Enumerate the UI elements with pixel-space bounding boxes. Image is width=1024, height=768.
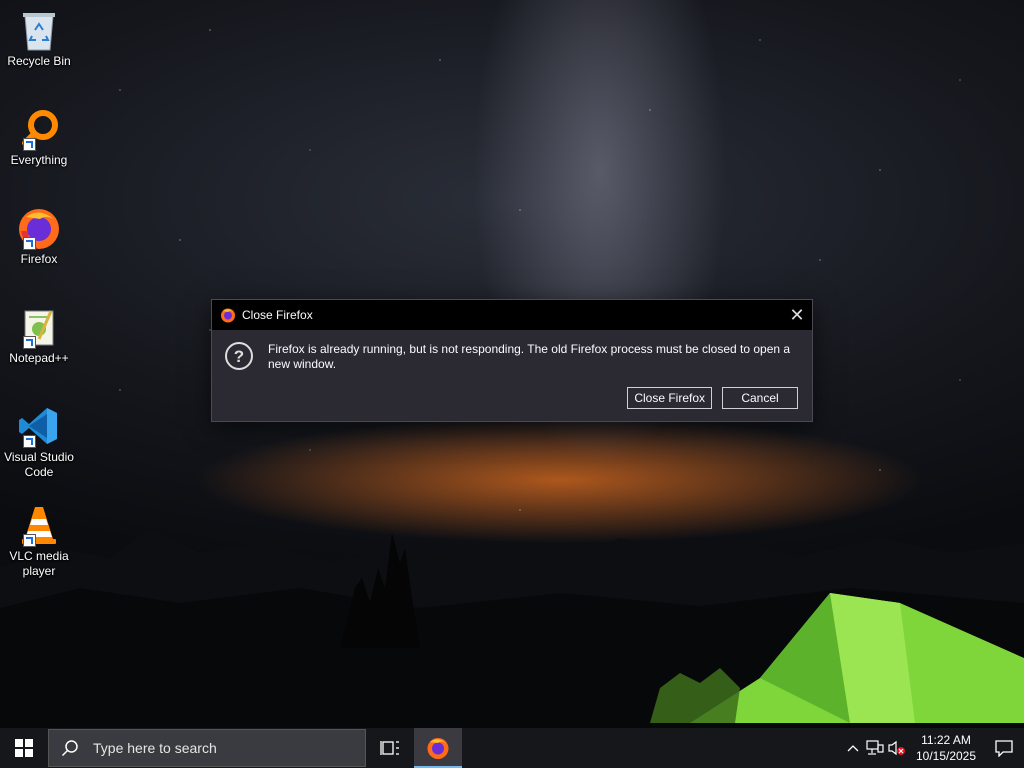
windows-logo-icon: [15, 739, 33, 757]
desktop-icon-everything[interactable]: Everything: [2, 105, 76, 168]
firefox-icon: [427, 738, 449, 759]
desktop-icon-label: Everything: [10, 153, 68, 167]
volume-muted-icon: [888, 740, 905, 756]
desktop: Recycle Bin Everything Firefox Notepad++…: [0, 0, 1024, 768]
dialog-message: Firefox is already running, but is not r…: [268, 342, 791, 371]
dialog-close-button[interactable]: ✕: [782, 300, 812, 330]
question-icon: ?: [225, 342, 253, 370]
start-button[interactable]: [0, 728, 48, 768]
desktop-icon-label: Recycle Bin: [7, 54, 71, 68]
search-input[interactable]: [85, 739, 355, 757]
firefox-icon: [221, 308, 235, 323]
taskbar-clock[interactable]: 11:22 AM 10/15/2025: [908, 732, 984, 764]
everything-search-icon: [15, 105, 63, 153]
task-view-icon: [380, 741, 399, 755]
volume-button[interactable]: [886, 728, 908, 768]
shortcut-arrow-icon: [23, 534, 36, 547]
action-center-button[interactable]: [984, 728, 1024, 768]
shortcut-arrow-icon: [23, 237, 36, 250]
task-view-button[interactable]: [366, 728, 414, 768]
system-tray: 11:22 AM 10/15/2025: [842, 728, 1024, 768]
close-firefox-button[interactable]: Close Firefox: [627, 387, 712, 409]
network-button[interactable]: [864, 728, 886, 768]
desktop-icon-firefox[interactable]: Firefox: [2, 204, 76, 267]
shortcut-arrow-icon: [23, 336, 36, 349]
clock-date: 10/15/2025: [915, 749, 977, 763]
dialog-titlebar[interactable]: Close Firefox ✕: [212, 300, 812, 330]
desktop-icon-vscode[interactable]: Visual Studio Code: [2, 402, 76, 480]
firefox-icon: [15, 204, 63, 252]
vscode-icon: [15, 402, 63, 450]
desktop-icon-label: Visual Studio Code: [4, 450, 74, 479]
desktop-icon-recycle-bin[interactable]: Recycle Bin: [2, 6, 76, 69]
network-icon: [866, 740, 884, 755]
vlc-icon: [15, 501, 63, 549]
desktop-icon-notepad-plus-plus[interactable]: Notepad++: [2, 303, 76, 366]
desktop-icon-label: Firefox: [20, 252, 58, 266]
wallpaper-landscape: [0, 528, 1024, 728]
recycle-bin-icon: [15, 6, 63, 54]
notepad-plus-plus-icon: [15, 303, 63, 351]
notification-icon: [995, 740, 1013, 757]
close-icon: ✕: [789, 304, 805, 325]
clock-time: 11:22 AM: [921, 733, 971, 747]
taskbar: 11:22 AM 10/15/2025: [0, 728, 1024, 768]
dialog-title: Close Firefox: [242, 308, 313, 322]
show-hidden-icons-button[interactable]: [842, 728, 864, 768]
desktop-icon-vlc[interactable]: VLC media player: [2, 501, 76, 579]
shortcut-arrow-icon: [23, 138, 36, 151]
cancel-button[interactable]: Cancel: [722, 387, 798, 409]
dialog-buttons: Close Firefox Cancel: [627, 387, 798, 409]
taskbar-app-firefox[interactable]: [414, 728, 462, 768]
desktop-icon-label: VLC media player: [9, 549, 69, 578]
shortcut-arrow-icon: [23, 435, 36, 448]
dialog-body: ? Firefox is already running, but is not…: [212, 330, 812, 372]
chevron-up-icon: [847, 745, 859, 752]
taskbar-search-box[interactable]: [48, 729, 366, 767]
desktop-icon-label: Notepad++: [9, 351, 69, 365]
close-firefox-dialog: Close Firefox ✕ ? Firefox is already run…: [211, 299, 813, 422]
search-icon: [55, 739, 85, 757]
